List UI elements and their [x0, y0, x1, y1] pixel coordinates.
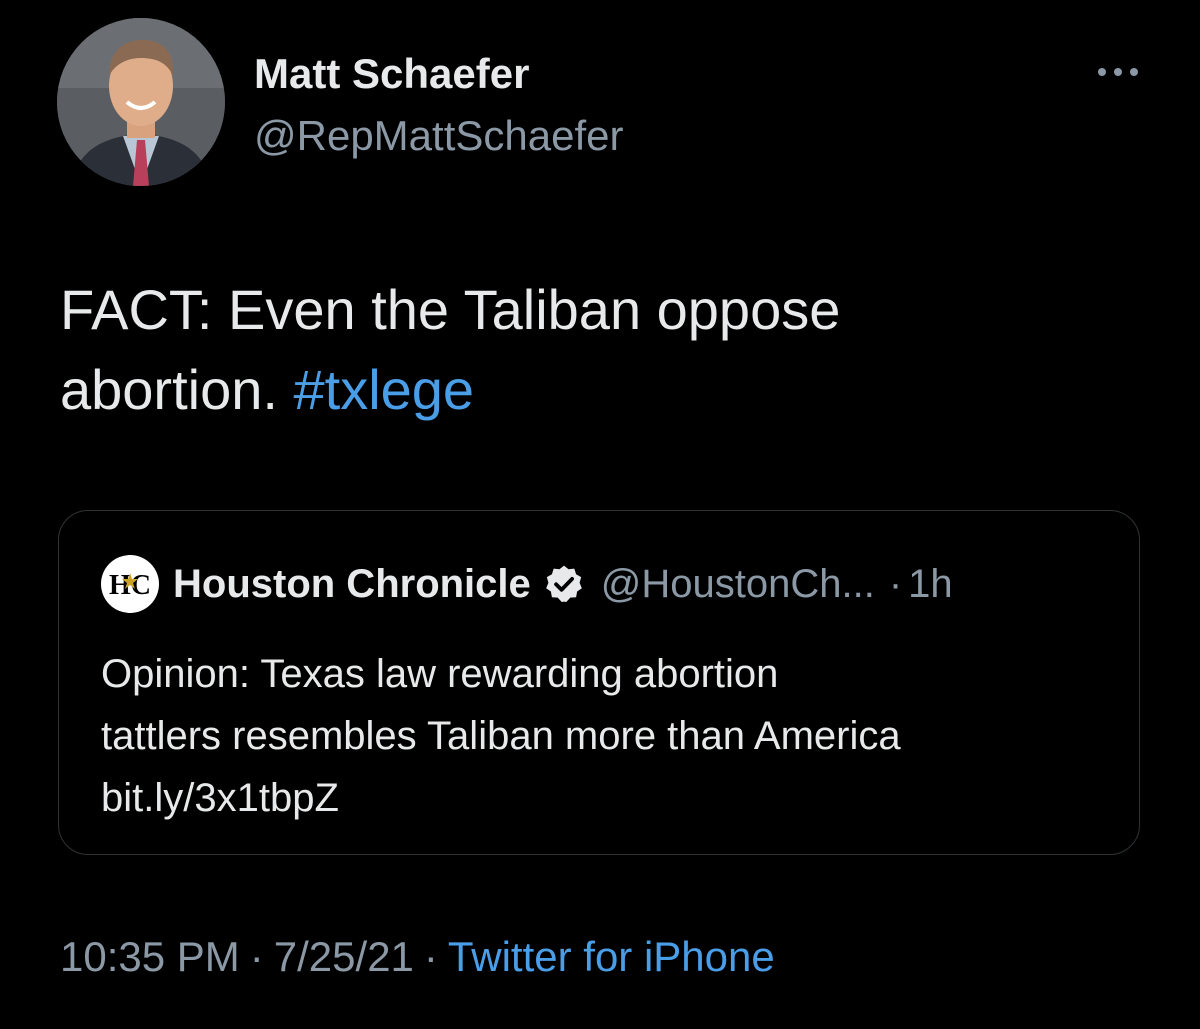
tweet-text-line1: FACT: Even the Taliban oppose [60, 278, 841, 341]
houston-chronicle-logo: HC [101, 555, 159, 613]
tweet-source-link[interactable]: Twitter for iPhone [448, 933, 775, 980]
tweet: Matt Schaefer @RepMattSchaefer FACT: Eve… [0, 0, 1200, 1029]
quoted-text-line1: Opinion: Texas law rewarding abortion [101, 652, 779, 696]
quoted-author-name[interactable]: Houston Chronicle [173, 562, 531, 607]
footer-separator: · [423, 933, 438, 980]
quoted-timestamp[interactable]: 1h [908, 562, 953, 607]
quoted-tweet-header: HC Houston Chronicle @HoustonCh... · 1h [101, 555, 953, 613]
quoted-tweet-card[interactable]: HC Houston Chronicle @HoustonCh... · 1h … [58, 510, 1140, 855]
quoted-tweet-text: Opinion: Texas law rewarding abortion ta… [101, 643, 1111, 829]
quoted-author-handle[interactable]: @HoustonCh... [601, 562, 875, 607]
tweet-metadata: 10:35 PM · 7/25/21 · Twitter for iPhone [60, 933, 775, 981]
author-handle[interactable]: @RepMattSchaefer [254, 112, 623, 160]
tweet-date[interactable]: 7/25/21 [274, 933, 414, 980]
tweet-text-line2: abortion. #txlege [60, 350, 1140, 430]
tweet-text-word: abortion. [60, 358, 278, 421]
footer-separator: · [249, 933, 264, 980]
author-name[interactable]: Matt Schaefer [254, 50, 529, 98]
tweet-time[interactable]: 10:35 PM [60, 933, 240, 980]
avatar[interactable] [57, 18, 225, 186]
more-dots-icon[interactable] [1096, 62, 1140, 82]
verified-badge-icon [545, 565, 582, 603]
quoted-separator: · [888, 561, 903, 606]
tweet-text: FACT: Even the Taliban oppose abortion. … [60, 270, 1140, 430]
quoted-text-link[interactable]: bit.ly/3x1tbpZ [101, 767, 1111, 829]
quoted-text-line2: tattlers resembles Taliban more than Ame… [101, 714, 901, 758]
hashtag-link[interactable]: #txlege [294, 358, 475, 421]
avatar-image [57, 18, 225, 186]
